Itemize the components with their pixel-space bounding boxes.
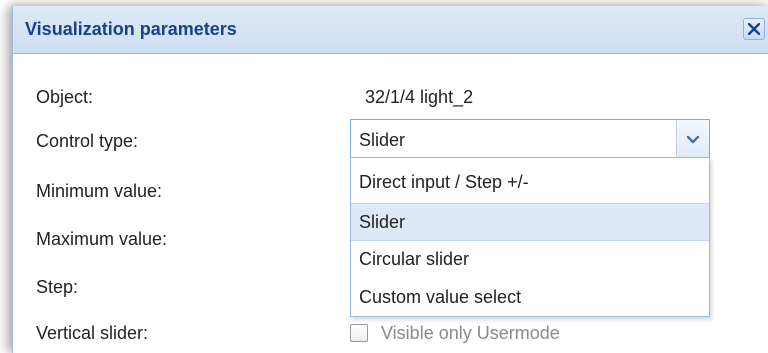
option-circular-slider[interactable]: Circular slider bbox=[351, 241, 709, 279]
dialog-title: Visualization parameters bbox=[25, 19, 237, 39]
control-type-label: Control type: bbox=[36, 131, 139, 151]
step-label: Step: bbox=[36, 277, 79, 297]
close-button[interactable] bbox=[743, 18, 765, 40]
option-direct-input-step[interactable]: Direct input / Step +/- bbox=[351, 164, 709, 202]
object-label: Object: bbox=[36, 87, 94, 107]
control-type-dropdown-list: Direct input / Step +/- Slider Circular … bbox=[350, 157, 710, 317]
dropdown-trigger-button[interactable] bbox=[676, 120, 709, 162]
object-value: 32/1/4 light_2 bbox=[365, 87, 474, 107]
chevron-down-icon bbox=[686, 135, 700, 144]
vertical-slider-label: Vertical slider: bbox=[36, 323, 149, 343]
dialog-header: Visualization parameters bbox=[13, 6, 768, 54]
option-custom-value-select[interactable]: Custom value select bbox=[351, 279, 709, 317]
option-slider[interactable]: Slider bbox=[351, 203, 709, 241]
visible-only-usermode-checkbox[interactable] bbox=[350, 324, 368, 342]
close-icon bbox=[748, 23, 760, 35]
control-type-value: Slider bbox=[359, 130, 406, 150]
visible-only-usermode-label[interactable]: Visible only Usermode bbox=[381, 323, 560, 344]
minimum-value-label: Minimum value: bbox=[36, 181, 163, 201]
maximum-value-label: Maximum value: bbox=[36, 229, 168, 249]
